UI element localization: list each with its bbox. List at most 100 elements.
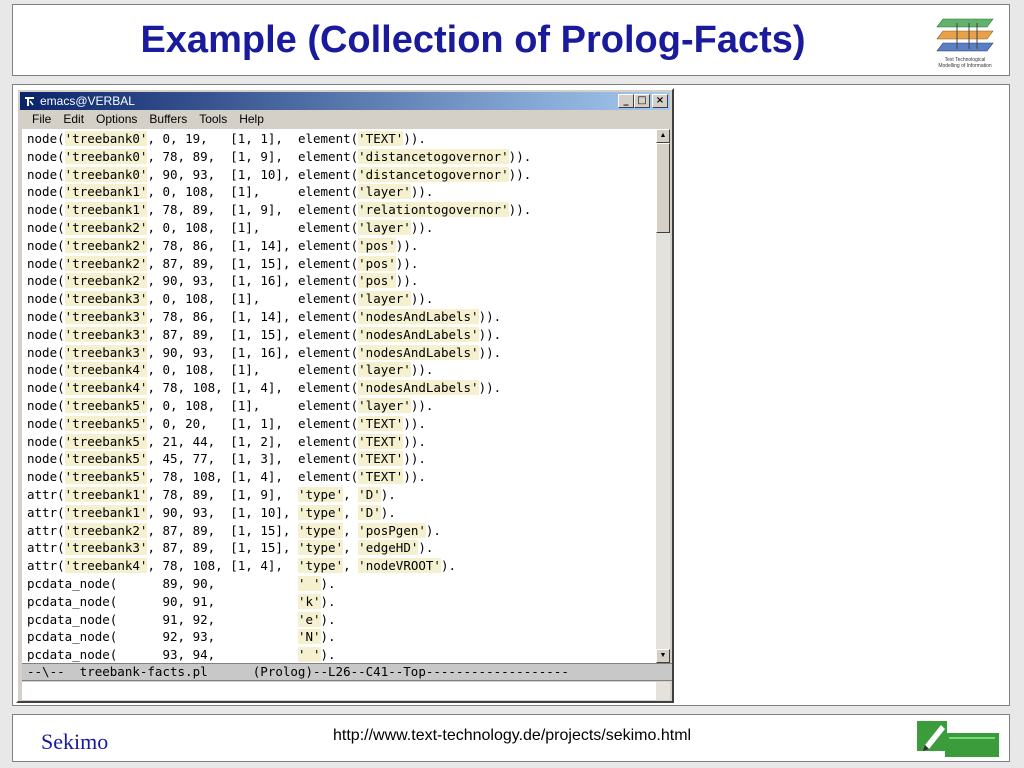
code-string-literal: 'treebank4' xyxy=(64,558,148,574)
menu-help[interactable]: Help xyxy=(233,111,270,128)
code-text: attr( xyxy=(27,486,65,502)
code-text: )). xyxy=(403,131,426,146)
code-text: node( xyxy=(27,415,65,431)
menu-tools[interactable]: Tools xyxy=(193,111,233,128)
minimize-button[interactable]: _ xyxy=(618,94,634,108)
code-line: attr('treebank1', 78, 89, [1, 9], 'type'… xyxy=(27,486,656,504)
code-text: ). xyxy=(418,540,434,556)
code-text: ). xyxy=(320,575,336,591)
code-string-literal: 'treebank2' xyxy=(64,522,148,538)
code-string-literal: 'treebank5' xyxy=(64,433,148,449)
code-text: )). xyxy=(395,237,419,253)
code-text: pcdata_node( 91, 92, xyxy=(27,611,298,627)
code-string-literal: 'treebank1' xyxy=(64,184,148,200)
code-string-literal: 'layer' xyxy=(358,397,411,413)
scroll-thumb[interactable] xyxy=(656,143,670,233)
footer-url[interactable]: http://www.text-technology.de/projects/s… xyxy=(333,727,691,745)
code-string-literal: 'treebank4' xyxy=(64,380,148,396)
code-text: )). xyxy=(478,326,502,342)
code-text: , 78, 108, [1, 4], xyxy=(147,558,298,574)
scroll-down-arrow-icon[interactable]: ▼ xyxy=(656,649,670,663)
code-text: , 87, 89, [1, 15], xyxy=(147,540,298,556)
code-text: , xyxy=(343,504,359,520)
code-string-literal: 'treebank1' xyxy=(64,486,148,502)
close-button[interactable]: × xyxy=(652,94,668,108)
menu-bar: File Edit Options Buffers Tools Help xyxy=(20,111,670,128)
code-line: pcdata_node( 93, 94, ' '). xyxy=(27,646,656,663)
code-line: node('treebank4', 78, 108, [1, 4], eleme… xyxy=(27,379,656,397)
code-text: pcdata_node( 89, 90, xyxy=(27,575,298,591)
code-text: , 0, 108, [1], element( xyxy=(147,397,359,413)
code-line: node('treebank2', 0, 108, [1], element('… xyxy=(27,219,656,237)
code-string-literal: 'layer' xyxy=(358,291,411,307)
code-string-literal: 'edgeHD' xyxy=(358,540,419,556)
code-text: ). xyxy=(320,611,336,627)
code-line: pcdata_node( 90, 91, 'k'). xyxy=(27,593,656,611)
menu-options[interactable]: Options xyxy=(90,111,143,128)
code-line: node('treebank2', 87, 89, [1, 15], eleme… xyxy=(27,255,656,273)
code-text: , 21, 44, [1, 2], element( xyxy=(147,433,359,449)
emacs-app-icon xyxy=(25,97,34,106)
code-string-literal: 'pos' xyxy=(358,273,396,289)
code-text: , 0, 108, [1], element( xyxy=(147,184,359,200)
menu-buffers[interactable]: Buffers xyxy=(143,111,193,128)
code-text: attr( xyxy=(27,504,65,520)
code-string-literal: 'treebank0' xyxy=(64,148,148,164)
code-text: , 78, 89, [1, 9], element( xyxy=(147,202,359,218)
window-title: emacs@VERBAL xyxy=(40,94,135,108)
menu-file[interactable]: File xyxy=(26,111,57,128)
code-text: pcdata_node( 90, 91, xyxy=(27,593,298,609)
code-string-literal: 'type' xyxy=(297,540,344,556)
code-text: , xyxy=(343,486,359,502)
code-string-literal: 'treebank4' xyxy=(64,362,148,378)
code-string-literal: 'pos' xyxy=(358,255,396,271)
code-line: attr('treebank3', 87, 89, [1, 15], 'type… xyxy=(27,539,656,557)
code-string-literal: 'TEXT' xyxy=(358,433,404,449)
code-string-literal: 'treebank5' xyxy=(64,469,148,485)
code-string-literal: 'TEXT' xyxy=(358,469,404,485)
slide-footer: Sekimo http://www.text-technology.de/pro… xyxy=(12,714,1010,762)
code-line: node('treebank0', 90, 93, [1, 10], eleme… xyxy=(27,166,656,184)
code-line: node('treebank3', 0, 108, [1], element('… xyxy=(27,290,656,308)
code-string-literal: ' ' xyxy=(297,575,321,591)
code-text: pcdata_node( 92, 93, xyxy=(27,629,298,645)
code-text: , 0, 108, [1], element( xyxy=(147,219,359,235)
minibuffer-scrollbar[interactable] xyxy=(656,682,670,700)
code-text: node( xyxy=(27,202,65,218)
code-string-literal: 'treebank1' xyxy=(64,504,148,520)
minibuffer[interactable] xyxy=(22,682,656,700)
code-line: node('treebank2', 90, 93, [1, 16], eleme… xyxy=(27,272,656,290)
code-string-literal: 'treebank0' xyxy=(64,131,148,146)
emacs-window[interactable]: emacs@VERBAL _ □ × File Edit Options Buf… xyxy=(16,88,674,703)
code-line: node('treebank5', 21, 44, [1, 2], elemen… xyxy=(27,433,656,451)
code-line: node('treebank3', 78, 86, [1, 14], eleme… xyxy=(27,308,656,326)
code-text: )). xyxy=(395,273,419,289)
code-text: , 78, 86, [1, 14], element( xyxy=(147,237,359,253)
code-text: node( xyxy=(27,362,65,378)
maximize-button[interactable]: □ xyxy=(634,94,650,108)
code-string-literal: 'treebank2' xyxy=(64,273,148,289)
code-text: node( xyxy=(27,380,65,396)
code-text: )). xyxy=(410,291,434,307)
vertical-scrollbar[interactable]: ▲ ▼ xyxy=(656,129,670,663)
code-string-literal: 'type' xyxy=(297,504,344,520)
window-titlebar[interactable]: emacs@VERBAL _ □ × xyxy=(20,92,670,110)
editor-buffer[interactable]: node('treebank0', 0, 19, [1, 1], element… xyxy=(22,129,656,663)
code-text: ). xyxy=(380,504,396,520)
code-text: , 78, 108, [1, 4], element( xyxy=(147,380,359,396)
code-string-literal: 'treebank2' xyxy=(64,237,148,253)
code-string-literal: 'treebank2' xyxy=(64,219,148,235)
code-text: , 78, 89, [1, 9], element( xyxy=(147,148,359,164)
code-line: node('treebank3', 90, 93, [1, 16], eleme… xyxy=(27,344,656,362)
scroll-up-arrow-icon[interactable]: ▲ xyxy=(656,129,670,143)
code-text: node( xyxy=(27,255,65,271)
code-text: )). xyxy=(395,255,419,271)
code-text: , 87, 89, [1, 15], element( xyxy=(147,326,359,342)
menu-edit[interactable]: Edit xyxy=(57,111,90,128)
code-line: attr('treebank4', 78, 108, [1, 4], 'type… xyxy=(27,557,656,575)
code-string-literal: 'posPgen' xyxy=(358,522,426,538)
code-text: , 90, 93, [1, 10], element( xyxy=(147,166,359,182)
code-text: , 90, 93, [1, 16], element( xyxy=(147,344,359,360)
code-text: attr( xyxy=(27,558,65,574)
code-string-literal: 'treebank3' xyxy=(64,344,148,360)
